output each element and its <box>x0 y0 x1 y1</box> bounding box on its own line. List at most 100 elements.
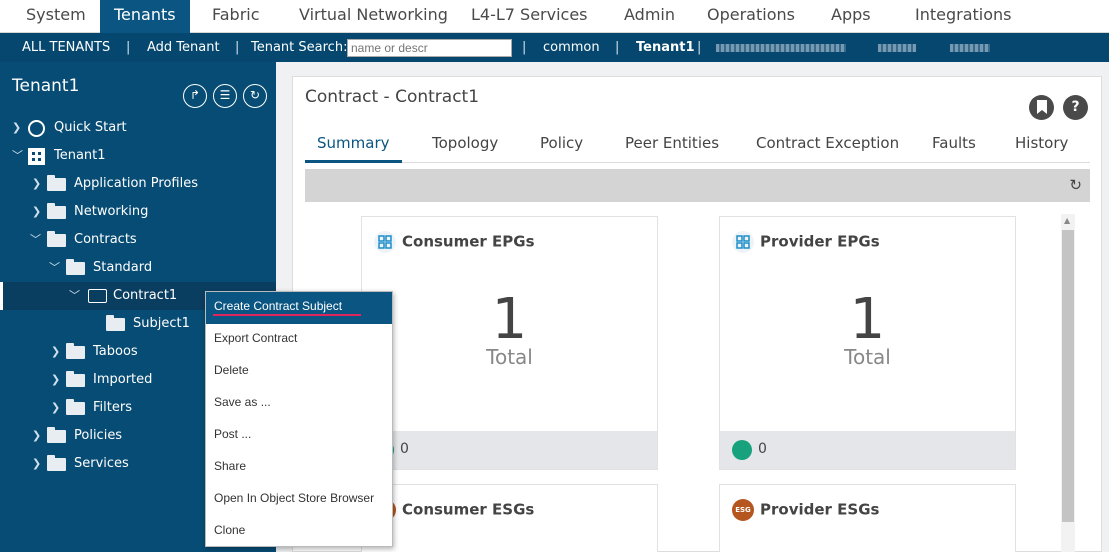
chevron-right-icon[interactable]: ❯ <box>32 198 41 226</box>
scroll-up-icon[interactable]: ▲ <box>1064 216 1070 225</box>
chevron-right-icon[interactable]: ❯ <box>51 394 60 422</box>
tree-item-label: Contract1 <box>113 288 178 303</box>
tenant-search-label: Tenant Search: <box>251 40 348 55</box>
tree-item-tenant[interactable]: ﹀ Tenant1 <box>0 142 276 170</box>
bookmark-icon[interactable] <box>1029 95 1054 120</box>
all-tenants-link[interactable]: ALL TENANTS <box>22 33 110 62</box>
card-footer: 0 <box>362 431 657 469</box>
tree-item-label: Quick Start <box>54 120 127 135</box>
tab-peer-entities[interactable]: Peer Entities <box>625 125 719 163</box>
menu-item-clone[interactable]: Clone <box>206 516 392 548</box>
tab-apps[interactable]: Apps <box>817 0 885 33</box>
consumer-epg-count[interactable]: 1 <box>362 287 657 352</box>
tree-item-label: Application Profiles <box>74 176 198 191</box>
collapse-icon[interactable]: ↱ <box>183 84 207 108</box>
tree-item-label: Services <box>74 456 129 471</box>
tree-item-label: Imported <box>93 372 153 387</box>
menu-item-share[interactable]: Share <box>206 452 392 484</box>
folder-icon <box>47 455 66 471</box>
menu-item-create-contract-subject[interactable]: Create Contract Subject <box>206 292 392 324</box>
card-header: Consumer ESGs <box>374 499 534 521</box>
tree-item-quick-start[interactable]: ❯ Quick Start <box>0 114 276 142</box>
chevron-right-icon[interactable]: ❯ <box>51 366 60 394</box>
scrollbar-thumb[interactable] <box>1062 230 1074 522</box>
folder-icon <box>47 203 66 219</box>
count-label: Total <box>486 345 533 369</box>
folder-icon <box>66 259 85 275</box>
tab-contract-exception[interactable]: Contract Exception <box>756 125 899 163</box>
tenant-search-input[interactable] <box>347 39 512 57</box>
list-icon[interactable]: ☰ <box>213 84 237 108</box>
chevron-down-icon[interactable]: ﹀ <box>49 254 60 282</box>
tab-integrations[interactable]: Integrations <box>901 0 1026 33</box>
tab-faults[interactable]: Faults <box>932 125 976 163</box>
folder-icon <box>66 371 85 387</box>
epg-icon <box>374 231 396 253</box>
tab-fabric[interactable]: Fabric <box>198 0 274 33</box>
tab-summary[interactable]: Summary <box>305 125 402 163</box>
tab-tenants[interactable]: Tenants <box>100 0 190 33</box>
menu-item-delete[interactable]: Delete <box>206 356 392 388</box>
tree-item-label: Tenant1 <box>54 148 106 163</box>
chevron-right-icon[interactable]: ❯ <box>32 422 41 450</box>
recent-tenant-link[interactable] <box>716 44 846 52</box>
folder-icon <box>47 231 66 247</box>
sub-nav: ALL TENANTS | Add Tenant | Tenant Search… <box>0 33 1109 62</box>
tree-item-label: Networking <box>74 204 149 219</box>
quick-start-icon <box>28 120 45 137</box>
provider-epg-count[interactable]: 1 <box>720 287 1015 352</box>
tab-system[interactable]: System <box>12 0 100 33</box>
folder-icon <box>47 427 66 443</box>
tree-item-contracts[interactable]: ﹀ Contracts <box>0 226 276 254</box>
scrollbar[interactable]: ▲ <box>1061 214 1075 552</box>
contract-icon <box>88 289 107 303</box>
tab-virtual-networking[interactable]: Virtual Networking <box>285 0 462 33</box>
add-tenant-link[interactable]: Add Tenant <box>147 33 220 62</box>
menu-item-export-contract[interactable]: Export Contract <box>206 324 392 356</box>
card-title: Consumer ESGs <box>402 500 535 519</box>
common-tenant-link[interactable]: common <box>543 33 600 62</box>
card-footer: 0 <box>720 431 1015 469</box>
fault-count[interactable]: 0 <box>400 441 409 457</box>
recent-tenant-link[interactable] <box>950 44 990 52</box>
separator: | <box>522 40 527 55</box>
menu-item-post[interactable]: Post ... <box>206 420 392 452</box>
tab-l4-l7-services[interactable]: L4-L7 Services <box>457 0 602 33</box>
tab-policy[interactable]: Policy <box>540 125 583 163</box>
chevron-right-icon[interactable]: ❯ <box>32 450 41 478</box>
tree-item-label: Standard <box>93 260 153 275</box>
chevron-right-icon[interactable]: ❯ <box>12 114 21 142</box>
menu-item-save-as[interactable]: Save as ... <box>206 388 392 420</box>
fault-count[interactable]: 0 <box>758 441 767 457</box>
tab-topology[interactable]: Topology <box>432 125 498 163</box>
chevron-down-icon[interactable]: ﹀ <box>30 226 41 254</box>
tree-item-networking[interactable]: ❯ Networking <box>0 198 276 226</box>
provider-esgs-card: ESG Provider ESGs <box>719 484 1016 552</box>
separator: | <box>697 40 702 55</box>
help-icon[interactable]: ? <box>1063 95 1088 120</box>
tab-history[interactable]: History <box>1015 125 1068 163</box>
tab-admin[interactable]: Admin <box>610 0 689 33</box>
current-tenant-link[interactable]: Tenant1 <box>636 33 695 62</box>
tree-item-label: Subject1 <box>133 316 190 331</box>
chevron-right-icon[interactable]: ❯ <box>51 338 60 366</box>
refresh-icon[interactable]: ↻ <box>243 84 267 108</box>
folder-icon <box>47 175 66 191</box>
count-label: Total <box>844 345 891 369</box>
tree-item-application-profiles[interactable]: ❯ Application Profiles <box>0 170 276 198</box>
card-header: Provider EPGs <box>732 231 880 253</box>
chevron-down-icon[interactable]: ﹀ <box>69 282 80 310</box>
refresh-icon[interactable]: ↻ <box>1069 176 1082 194</box>
recent-tenant-link[interactable] <box>878 44 916 52</box>
menu-item-open-object-store[interactable]: Open In Object Store Browser <box>206 484 392 516</box>
tenant-grid-icon <box>28 148 45 165</box>
epg-icon <box>732 231 754 253</box>
consumer-epgs-card: Consumer EPGs 1 Total 0 <box>361 216 658 470</box>
provider-epgs-card: Provider EPGs 1 Total 0 <box>719 216 1016 470</box>
page-title: Contract - Contract1 <box>305 87 480 107</box>
tree-item-standard[interactable]: ﹀ Standard <box>0 254 276 282</box>
tree-item-label: Filters <box>93 400 132 415</box>
tab-operations[interactable]: Operations <box>693 0 809 33</box>
chevron-down-icon[interactable]: ﹀ <box>12 142 23 170</box>
chevron-right-icon[interactable]: ❯ <box>32 170 41 198</box>
